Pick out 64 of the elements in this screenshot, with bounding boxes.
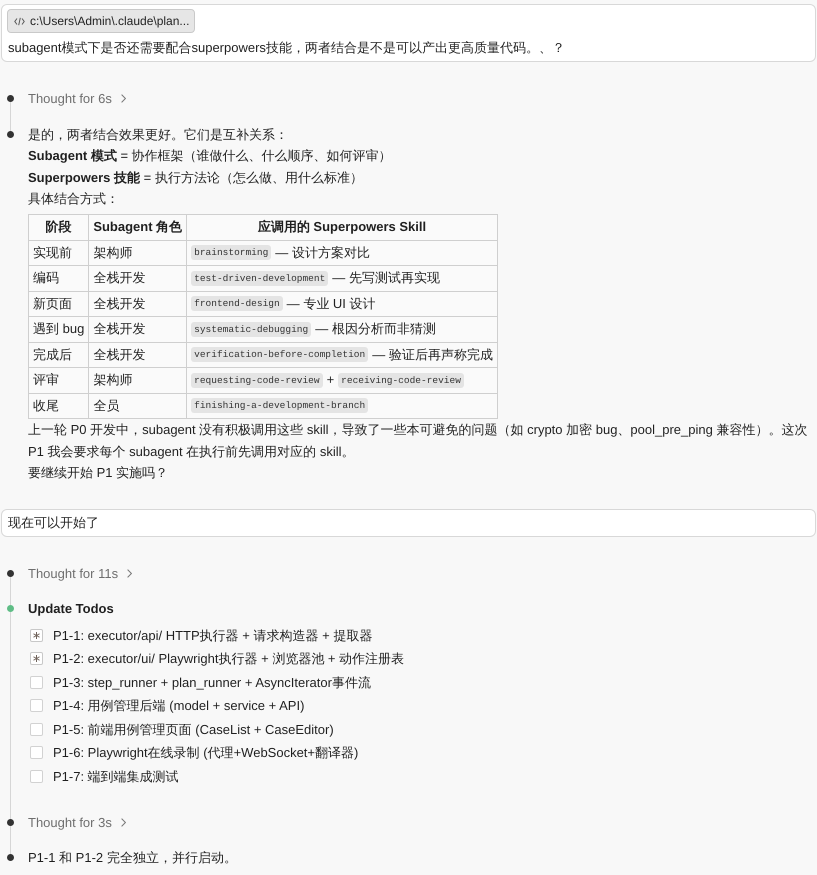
table-cell: 评审 xyxy=(28,368,89,393)
table-cell: 全员 xyxy=(88,393,187,418)
inline-code: frontend-design xyxy=(191,296,283,312)
table-cell: 全栈开发 xyxy=(88,342,187,368)
todo-label: P1-3: step_runner + plan_runner + AsyncIterator事件流 xyxy=(53,674,371,692)
table-cell: 遇到 bug xyxy=(28,316,89,342)
table-cell: 全栈开发 xyxy=(88,316,187,342)
inline-code: verification-before-completion xyxy=(191,347,368,362)
timeline-dot-icon xyxy=(7,854,14,861)
answer-text: 具体结合方式： xyxy=(28,190,120,208)
message-text: 现在可以开始了 xyxy=(7,514,99,532)
timeline-dot-icon xyxy=(7,605,14,612)
todo-label: P1-2: executor/ui/ Playwright执行器 + 浏览器池 + 动作注册表 xyxy=(53,650,404,668)
table-cell: 全栈开发 xyxy=(88,266,187,291)
table-cell: 编码 xyxy=(28,266,89,291)
table-cell: 架构师 xyxy=(88,368,187,393)
timeline-dot-icon xyxy=(7,130,14,138)
todo-title: Update Todos xyxy=(28,600,115,618)
table-header-cell: 阶段 xyxy=(28,214,89,240)
message-text: subagent模式下是否还需要配合superpowers技能，两者结合是不是可以产出更高质量代码。、？ xyxy=(7,39,565,57)
table-cell: 架构师 xyxy=(88,240,187,266)
todo-label: P1-1: executor/api/ HTTP执行器 + 请求构造器 + 提取器 xyxy=(53,626,372,645)
cell-text: — 专业 UI 设计 xyxy=(286,294,376,313)
answer-text: Superpowers 技能 = 执行方法论（怎么做、用什么标准） xyxy=(28,168,364,187)
timeline-dot-icon xyxy=(7,570,14,576)
answer-text: Subagent 模式 = 协作框架（谁做什么、什么顺序、如何评审） xyxy=(28,147,393,165)
table-header-cell: Subagent 角色 xyxy=(88,214,187,240)
inline-code: finishing-a-development-branch xyxy=(191,398,368,414)
table-cell: 完成后 xyxy=(28,342,89,368)
inline-code: requesting-code-review xyxy=(191,372,323,388)
table-cell: 全栈开发 xyxy=(88,291,187,316)
cell-text: — 根因分析而非猜测 xyxy=(315,320,436,338)
code-icon xyxy=(14,16,25,26)
todo-label: P1-7: 端到端集成测试 xyxy=(53,768,179,786)
table-cell: 收尾 xyxy=(28,393,89,418)
answer-text: 是的，两者结合效果更好。它们是互补关系： xyxy=(28,126,289,144)
thought-toggle[interactable]: Thought for 6s xyxy=(28,88,126,109)
chevron-right-icon xyxy=(120,94,126,103)
asterisk-icon xyxy=(33,655,40,662)
inline-code: systematic-debugging xyxy=(191,322,312,337)
thought-toggle[interactable]: Thought for 3s xyxy=(28,812,126,832)
inline-code: receiving-code-review xyxy=(338,372,464,388)
timeline-dot-icon xyxy=(7,818,14,826)
cell-text: + xyxy=(326,371,334,390)
todo-label: P1-5: 前端用例管理页面 (CaseList + CaseEditor) xyxy=(53,720,334,739)
chevron-right-icon xyxy=(120,818,126,826)
inline-code: test-driven-development xyxy=(191,270,328,286)
table-cell: 实现前 xyxy=(28,240,89,266)
todo-label: P1-6: Playwright在线录制 (代理+WebSocket+翻译器) xyxy=(53,744,358,762)
thought-toggle[interactable]: Thought for 11s xyxy=(28,562,132,584)
asterisk-icon xyxy=(33,632,40,639)
table-header-cell: 应调用的 Superpowers Skill xyxy=(186,214,498,240)
inline-code: brainstorming xyxy=(191,245,272,260)
chevron-right-icon xyxy=(127,568,132,578)
file-chip[interactable]: c:\Users\Admin\.claude\plan... xyxy=(7,9,196,33)
table-cell: 新页面 xyxy=(28,291,89,316)
todo-label: P1-4: 用例管理后端 (model + service + API) xyxy=(53,697,304,716)
answer-text: P1-1 和 P1-2 完全独立，并行启动。 xyxy=(28,849,238,867)
cell-text: — 先写测试再实现 xyxy=(332,269,440,288)
cell-text: — 验证后再声称完成 xyxy=(372,346,493,364)
cell-text: — 设计方案对比 xyxy=(275,244,370,262)
timeline-dot-icon xyxy=(7,95,14,102)
answer-text: 上一轮 P0 开发中，subagent 没有积极调用这些 skill，导致了一些本可避免的问题（如 crypto 加密 bug、pool_pre_ping 兼容性）。这次 P1 我会要求每个 subagent 在执行前先调用对应的 skill。 xyxy=(28,421,808,461)
answer-text: 要继续开始 P1 实施吗？ xyxy=(28,464,170,482)
